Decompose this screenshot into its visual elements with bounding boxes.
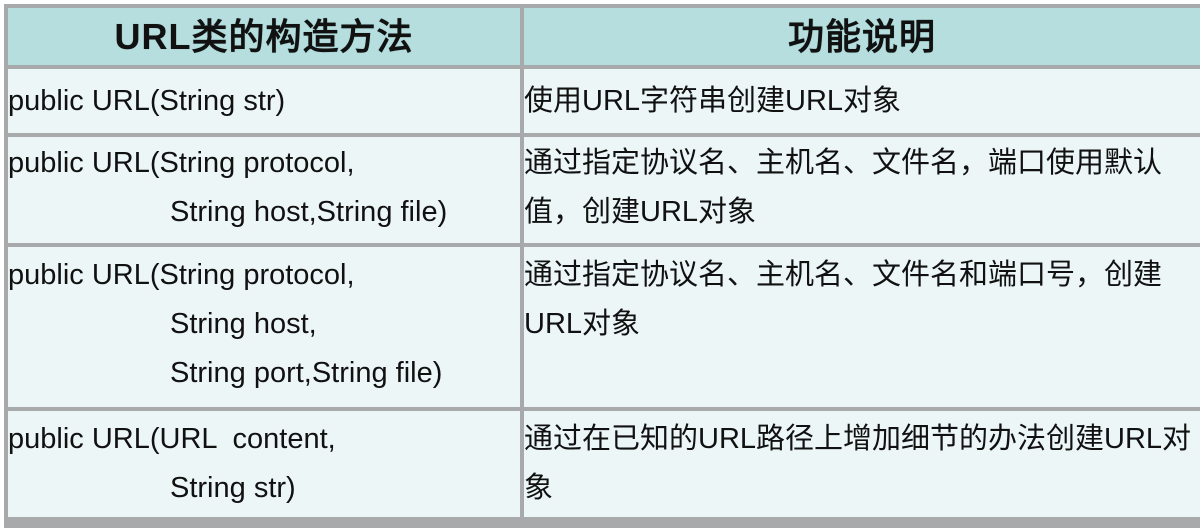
constructor-line: public URL(URL content, [8, 423, 336, 455]
description-text: 通过在已知的URL路径上增加细节的办法创建URL对象 [524, 423, 1192, 504]
constructor-cell: public URL(URL content, String str) [8, 411, 520, 517]
constructor-line-continued: String port,String file) [170, 357, 443, 389]
table-header-row: URL类的构造方法 功能说明 [8, 8, 1200, 65]
description-text: 通过指定协议名、主机名、文件名，端口使用默认值，创建URL对象 [524, 147, 1163, 228]
constructor-line-continued: String host, [170, 308, 317, 340]
description-text: 使用URL字符串创建URL对象 [524, 84, 902, 117]
constructor-line-text: String host,String file) [170, 196, 448, 228]
constructor-line: public URL(String str) [8, 84, 286, 117]
table-row: public URL(String str) 使用URL字符串创建URL对象 [8, 69, 1200, 133]
constructor-cell: public URL(String protocol, String host,… [8, 247, 520, 407]
description-cell: 通过指定协议名、主机名、文件名，端口使用默认值，创建URL对象 [524, 137, 1200, 243]
constructor-line: public URL(String protocol, [8, 259, 355, 291]
constructor-cell: public URL(String str) [8, 69, 520, 133]
description-text: 通过指定协议名、主机名、文件名和端口号，创建URL对象 [524, 259, 1163, 340]
url-constructor-table-frame: URL类的构造方法 功能说明 public URL(String str) 使用… [4, 4, 1200, 528]
description-cell: 使用URL字符串创建URL对象 [524, 69, 1200, 133]
description-cell: 通过在已知的URL路径上增加细节的办法创建URL对象 [524, 411, 1200, 517]
table-row: public URL(String protocol, String host,… [8, 137, 1200, 243]
constructor-line: public URL(String protocol, [8, 147, 355, 179]
url-constructor-table: URL类的构造方法 功能说明 public URL(String str) 使用… [4, 4, 1204, 521]
constructor-line-continued: String str) [170, 472, 296, 504]
constructor-cell: public URL(String protocol, String host,… [8, 137, 520, 243]
constructor-line-continued: String host,String file) [8, 188, 520, 237]
header-constructor-column: URL类的构造方法 [8, 8, 520, 65]
table-row: public URL(URL content, String str) 通过在已… [8, 411, 1200, 517]
header-description-column: 功能说明 [524, 8, 1200, 65]
table-row: public URL(String protocol, String host,… [8, 247, 1200, 407]
description-cell: 通过指定协议名、主机名、文件名和端口号，创建URL对象 [524, 247, 1200, 407]
